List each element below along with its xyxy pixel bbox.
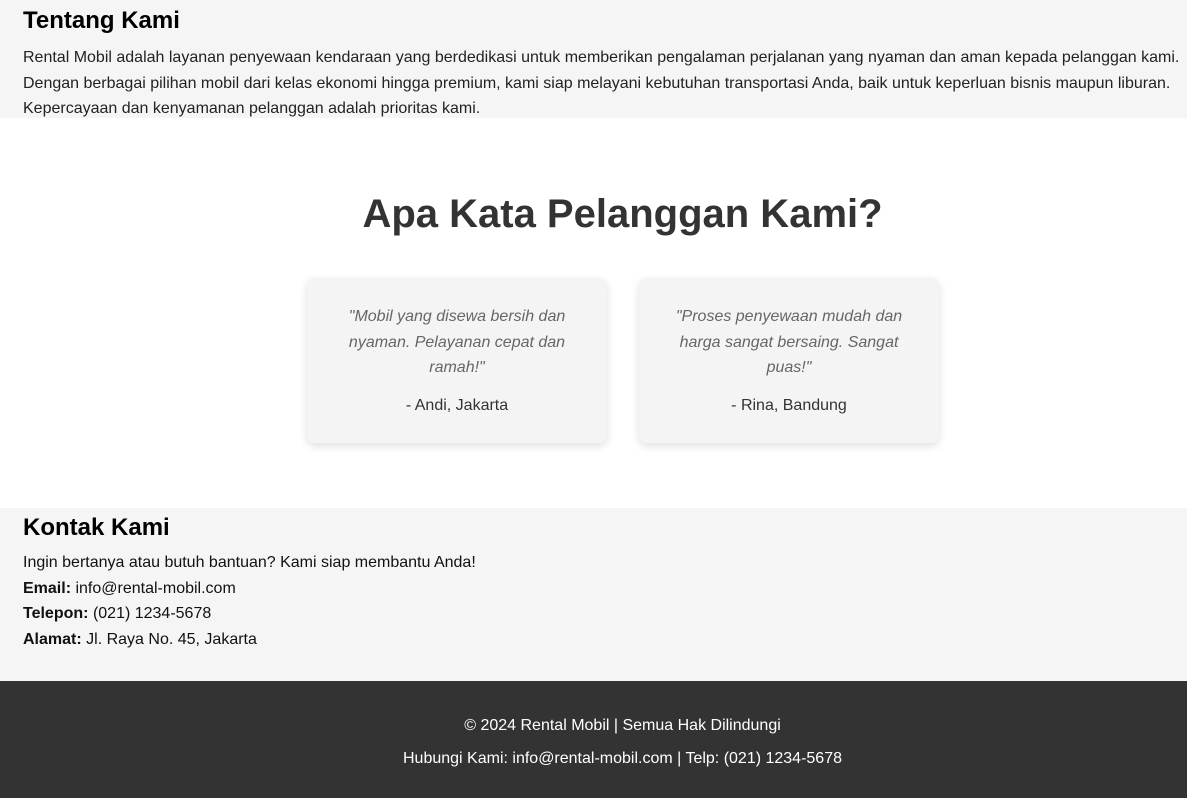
testimonials-section: Apa Kata Pelanggan Kami? "Mobil yang dis… [0, 118, 1187, 508]
about-section: Tentang Kami Rental Mobil adalah layanan… [0, 0, 1187, 118]
testimonial-author: - Rina, Bandung [731, 396, 847, 414]
address-label: Alamat: [23, 630, 82, 648]
contact-intro: Ingin bertanya atau butuh bantuan? Kami … [23, 554, 476, 571]
contact-address: Alamat: Jl. Raya No. 45, Jakarta [23, 627, 1187, 653]
footer-copyright: © 2024 Rental Mobil | Semua Hak Dilindun… [464, 717, 781, 734]
contact-email: Email: info@rental-mobil.com [23, 576, 1187, 602]
email-label: Email: [23, 579, 72, 597]
contact-phone: Telepon: (021) 1234-5678 [23, 601, 1187, 627]
about-text: Rental Mobil adalah layanan penyewaan ke… [23, 49, 1180, 117]
phone-value: (021) 1234-5678 [92, 605, 212, 622]
testimonial-quote: "Mobil yang disewa bersih dan nyaman. Pe… [348, 308, 566, 376]
testimonial-quote: "Proses penyewaan mudah dan harga sangat… [675, 308, 903, 376]
contact-section: Kontak Kami Ingin bertanya atau butuh ba… [0, 508, 1187, 681]
page-footer: © 2024 Rental Mobil | Semua Hak Dilindun… [0, 681, 1187, 798]
testimonial-card: "Proses penyewaan mudah dan harga sangat… [639, 278, 939, 443]
about-title: Tentang Kami [23, 7, 180, 34]
testimonials-title: Apa Kata Pelanggan Kami? [362, 192, 883, 236]
address-value: Jl. Raya No. 45, Jakarta [86, 630, 257, 648]
footer-contact-line: Hubungi Kami: info@rental-mobil.com | Te… [403, 750, 842, 767]
testimonial-card: "Mobil yang disewa bersih dan nyaman. Pe… [307, 278, 607, 443]
contact-title: Kontak Kami [23, 514, 170, 541]
testimonial-author: - Andi, Jakarta [405, 396, 509, 414]
email-value: info@rental-mobil.com [75, 579, 236, 597]
phone-label: Telepon: [23, 605, 89, 622]
